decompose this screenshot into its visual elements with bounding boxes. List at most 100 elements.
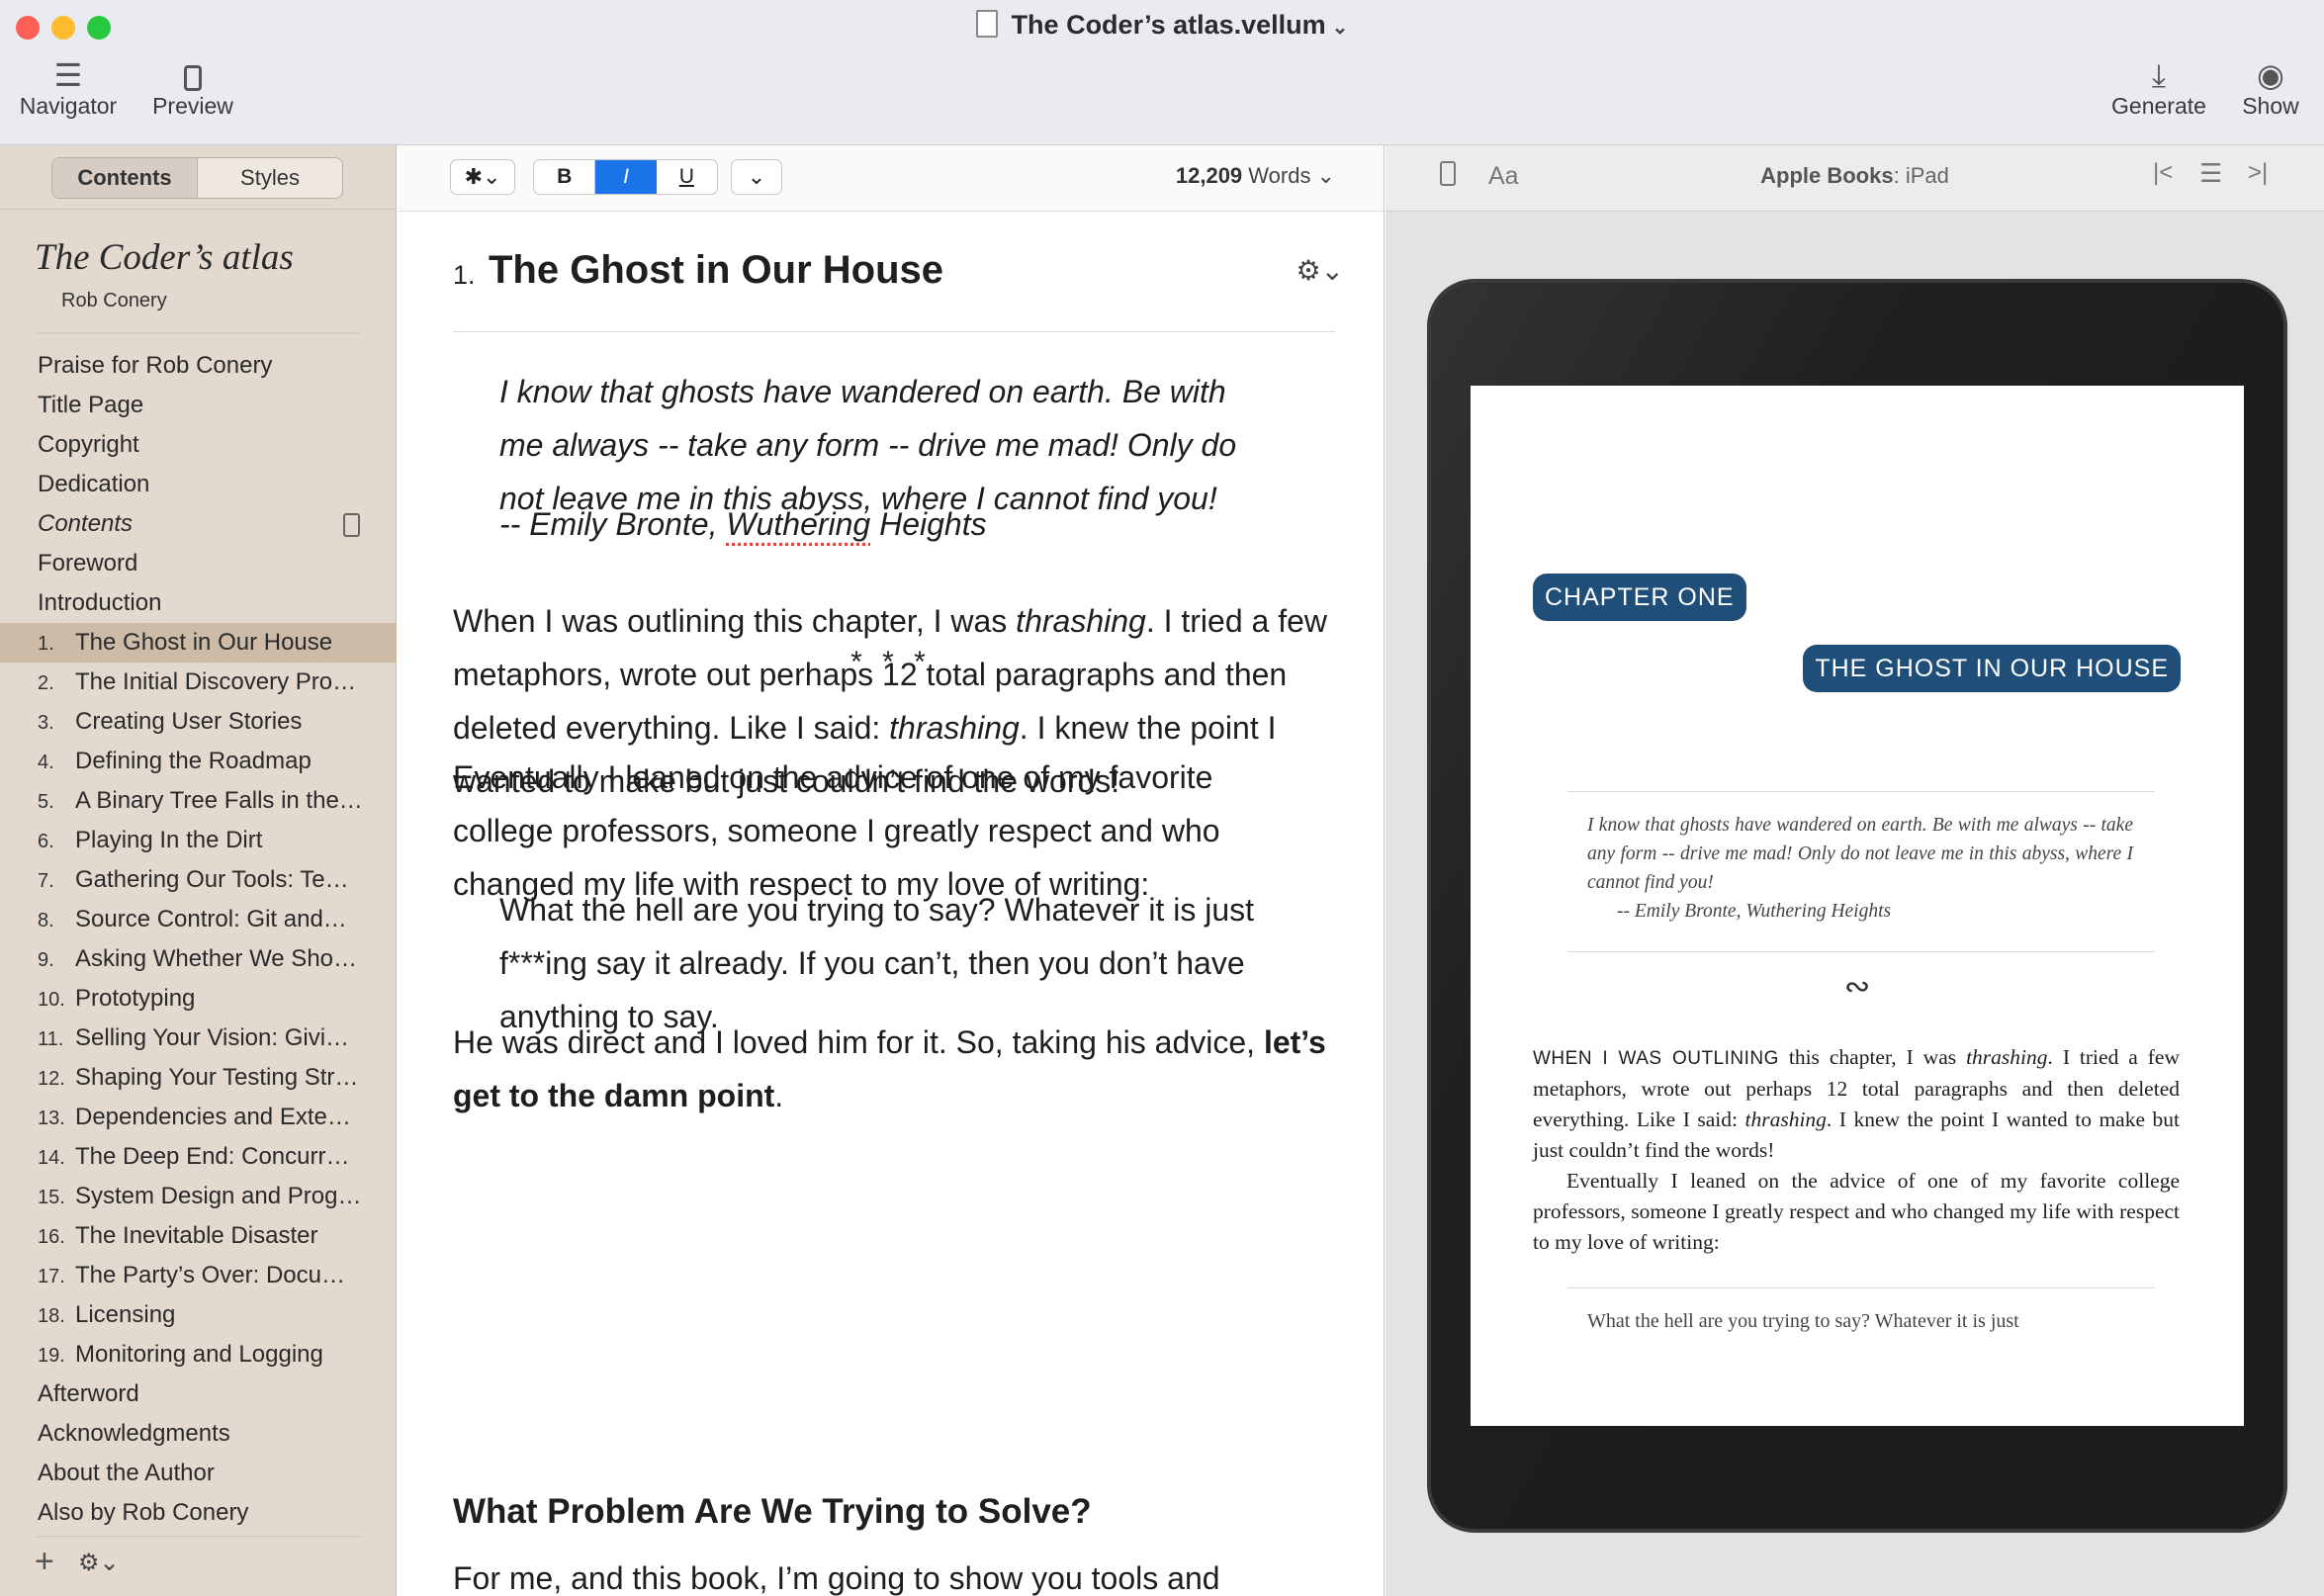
chapter-number: 1. bbox=[453, 260, 476, 290]
toc-item[interactable]: 12. Shaping Your Testing Str… bbox=[0, 1058, 397, 1098]
window-titlebar: The Coder’s atlas.vellum ⌄ ☰ Navigator Pr… bbox=[0, 0, 2324, 145]
toc-item-label: Monitoring and Logging bbox=[75, 1341, 323, 1368]
toc-item[interactable]: 5. A Binary Tree Falls in the… bbox=[0, 781, 397, 821]
toc-item-number: 14. bbox=[38, 1147, 65, 1169]
generate-button[interactable]: ⤓ Generate bbox=[2104, 57, 2213, 120]
more-formats-button[interactable]: ⌄ bbox=[731, 159, 782, 195]
toc-item[interactable]: About the Author bbox=[0, 1454, 397, 1493]
toc-item[interactable]: 13. Dependencies and Exte… bbox=[0, 1098, 397, 1137]
window-title[interactable]: The Coder’s atlas.vellum ⌄ bbox=[0, 10, 2324, 41]
word-count-button[interactable]: 12,209 Words ⌄ bbox=[1176, 163, 1335, 189]
eye-icon: ◉ bbox=[2257, 57, 2284, 93]
toc-item-label: A Binary Tree Falls in the… bbox=[75, 787, 363, 814]
toc-item-label: Creating User Stories bbox=[75, 708, 303, 735]
toc-item-number: 2. bbox=[38, 672, 54, 694]
toc-item-label: Prototyping bbox=[75, 985, 196, 1012]
toc-item[interactable]: 18. Licensing bbox=[0, 1295, 397, 1335]
chapter-title[interactable]: The Ghost in Our House bbox=[489, 248, 943, 293]
toc-item[interactable]: Title Page bbox=[0, 386, 397, 425]
toc-item[interactable]: 17. The Party’s Over: Docu… bbox=[0, 1256, 397, 1295]
toc-item[interactable]: 4. Defining the Roadmap bbox=[0, 742, 397, 781]
toc-item[interactable]: Also by Rob Conery bbox=[0, 1493, 397, 1533]
add-icon[interactable]: + bbox=[35, 1543, 54, 1581]
toc-item[interactable]: Introduction bbox=[0, 583, 397, 623]
toc-item-number: 4. bbox=[38, 752, 54, 773]
gear-icon[interactable]: ⚙⌄ bbox=[1296, 254, 1344, 287]
last-page-icon[interactable]: >| bbox=[2248, 159, 2268, 187]
toc-item-label: Also by Rob Conery bbox=[38, 1499, 249, 1526]
toc-item[interactable]: 9. Asking Whether We Sho… bbox=[0, 939, 397, 979]
epigraph-preview: I know that ghosts have wandered on eart… bbox=[1587, 815, 2133, 922]
toc-item-label: Foreword bbox=[38, 550, 138, 576]
toc-item[interactable]: Foreword bbox=[0, 544, 397, 583]
toc-item[interactable]: 7. Gathering Our Tools: Te… bbox=[0, 860, 397, 900]
show-button[interactable]: ◉ Show bbox=[2231, 57, 2310, 120]
style-menu-button[interactable]: ✱⌄ bbox=[450, 159, 515, 195]
tab-contents[interactable]: Contents bbox=[52, 158, 198, 198]
toc-item-number: 15. bbox=[38, 1187, 65, 1208]
section-heading[interactable]: What Problem Are We Trying to Solve? bbox=[453, 1492, 1092, 1532]
toc-item-number: 10. bbox=[38, 989, 65, 1011]
ipad-screen: CHAPTER ONE THE GHOST IN OUR HOUSE I kno… bbox=[1471, 386, 2244, 1426]
toc-item-selected[interactable]: 1. The Ghost in Our House bbox=[0, 623, 397, 663]
toc-item-label: Title Page bbox=[38, 392, 144, 418]
hamburger-icon: ☰ bbox=[53, 57, 83, 93]
editor-pane: ✱⌄ B I U ⌄ 12,209 Words ⌄ 1. The Ghost i… bbox=[398, 145, 1385, 1596]
preview-label: Preview bbox=[152, 93, 233, 119]
list-icon[interactable]: ☰ bbox=[2199, 158, 2222, 189]
toc-item[interactable]: 14. The Deep End: Concurr… bbox=[0, 1137, 397, 1177]
chapter-title-pill: THE GHOST IN OUR HOUSE bbox=[1803, 645, 2181, 692]
sidebar-divider bbox=[0, 209, 396, 210]
book-author[interactable]: Rob Conery bbox=[61, 290, 167, 312]
paragraph[interactable]: He was direct and I loved him for it. So… bbox=[453, 1016, 1343, 1122]
underline-button[interactable]: U bbox=[657, 160, 717, 194]
toc-item[interactable]: 19. Monitoring and Logging bbox=[0, 1335, 397, 1374]
toc-item[interactable]: Contents bbox=[0, 504, 397, 544]
toc-item-number: 16. bbox=[38, 1226, 65, 1248]
tab-styles[interactable]: Styles bbox=[198, 158, 342, 198]
toc-item[interactable]: 3. Creating User Stories bbox=[0, 702, 397, 742]
toc-item[interactable]: Praise for Rob Conery bbox=[0, 346, 397, 386]
toc-item[interactable]: 8. Source Control: Git and… bbox=[0, 900, 397, 939]
toc-item-label: Afterword bbox=[38, 1380, 139, 1407]
toc-item-number: 1. bbox=[38, 633, 54, 655]
toc-item-label: Selling Your Vision: Givi… bbox=[75, 1024, 350, 1051]
table-of-contents: Praise for Rob Conery Title Page Copyrig… bbox=[0, 346, 397, 1533]
toc-item-label: Shaping Your Testing Str… bbox=[75, 1064, 359, 1091]
preview-toggle-button[interactable]: Preview bbox=[143, 57, 242, 120]
toc-item[interactable]: 15. System Design and Prog… bbox=[0, 1177, 397, 1216]
book-title[interactable]: The Coder’s atlas bbox=[35, 236, 294, 279]
toc-item[interactable]: 6. Playing In the Dirt bbox=[0, 821, 397, 860]
word-count-number: 12,209 bbox=[1175, 163, 1243, 188]
toc-item-label: Contents bbox=[38, 510, 134, 537]
toc-item[interactable]: 16. The Inevitable Disaster bbox=[0, 1216, 397, 1256]
toc-item[interactable]: Dedication bbox=[0, 465, 397, 504]
preview-pane: Aa Apple Books: iPad |< ☰ >| CHAPTER ONE… bbox=[1385, 145, 2324, 1596]
toc-item[interactable]: Copyright bbox=[0, 425, 397, 465]
toc-item-label: Defining the Roadmap bbox=[75, 748, 312, 774]
toc-item-number: 6. bbox=[38, 831, 54, 852]
toc-item[interactable]: 2. The Initial Discovery Pro… bbox=[0, 663, 397, 702]
paragraph[interactable]: For me, and this book, I’m going to show… bbox=[453, 1552, 1343, 1596]
italic-button[interactable]: I bbox=[595, 160, 657, 194]
toc-item[interactable]: Acknowledgments bbox=[0, 1414, 397, 1454]
toc-item[interactable]: Afterword bbox=[0, 1374, 397, 1414]
toc-item-number: 7. bbox=[38, 870, 54, 892]
navigator-button[interactable]: ☰ Navigator bbox=[14, 57, 123, 120]
device-selector[interactable]: Apple Books: iPad bbox=[1385, 163, 2324, 189]
editor-toolbar: ✱⌄ B I U ⌄ 12,209 Words ⌄ bbox=[398, 145, 1384, 212]
toc-item-label: The Party’s Over: Docu… bbox=[75, 1262, 345, 1288]
chapter-divider bbox=[453, 331, 1335, 332]
toc-item-number: 19. bbox=[38, 1345, 65, 1367]
epigraph-attribution[interactable]: -- Emily Bronte, Wuthering Heights bbox=[499, 497, 1251, 551]
toc-item[interactable]: 10. Prototyping bbox=[0, 979, 397, 1019]
first-page-icon[interactable]: |< bbox=[2153, 159, 2173, 187]
toc-item[interactable]: 11. Selling Your Vision: Givi… bbox=[0, 1019, 397, 1058]
gear-icon[interactable]: ⚙⌄ bbox=[78, 1549, 120, 1577]
bold-button[interactable]: B bbox=[534, 160, 596, 194]
toc-item-label: The Deep End: Concurr… bbox=[75, 1143, 350, 1170]
generate-label: Generate bbox=[2111, 93, 2206, 119]
toc-item-label: Dedication bbox=[38, 471, 150, 497]
misspelled-word: Wuthering bbox=[726, 506, 871, 542]
toc-item-number: 8. bbox=[38, 910, 54, 931]
